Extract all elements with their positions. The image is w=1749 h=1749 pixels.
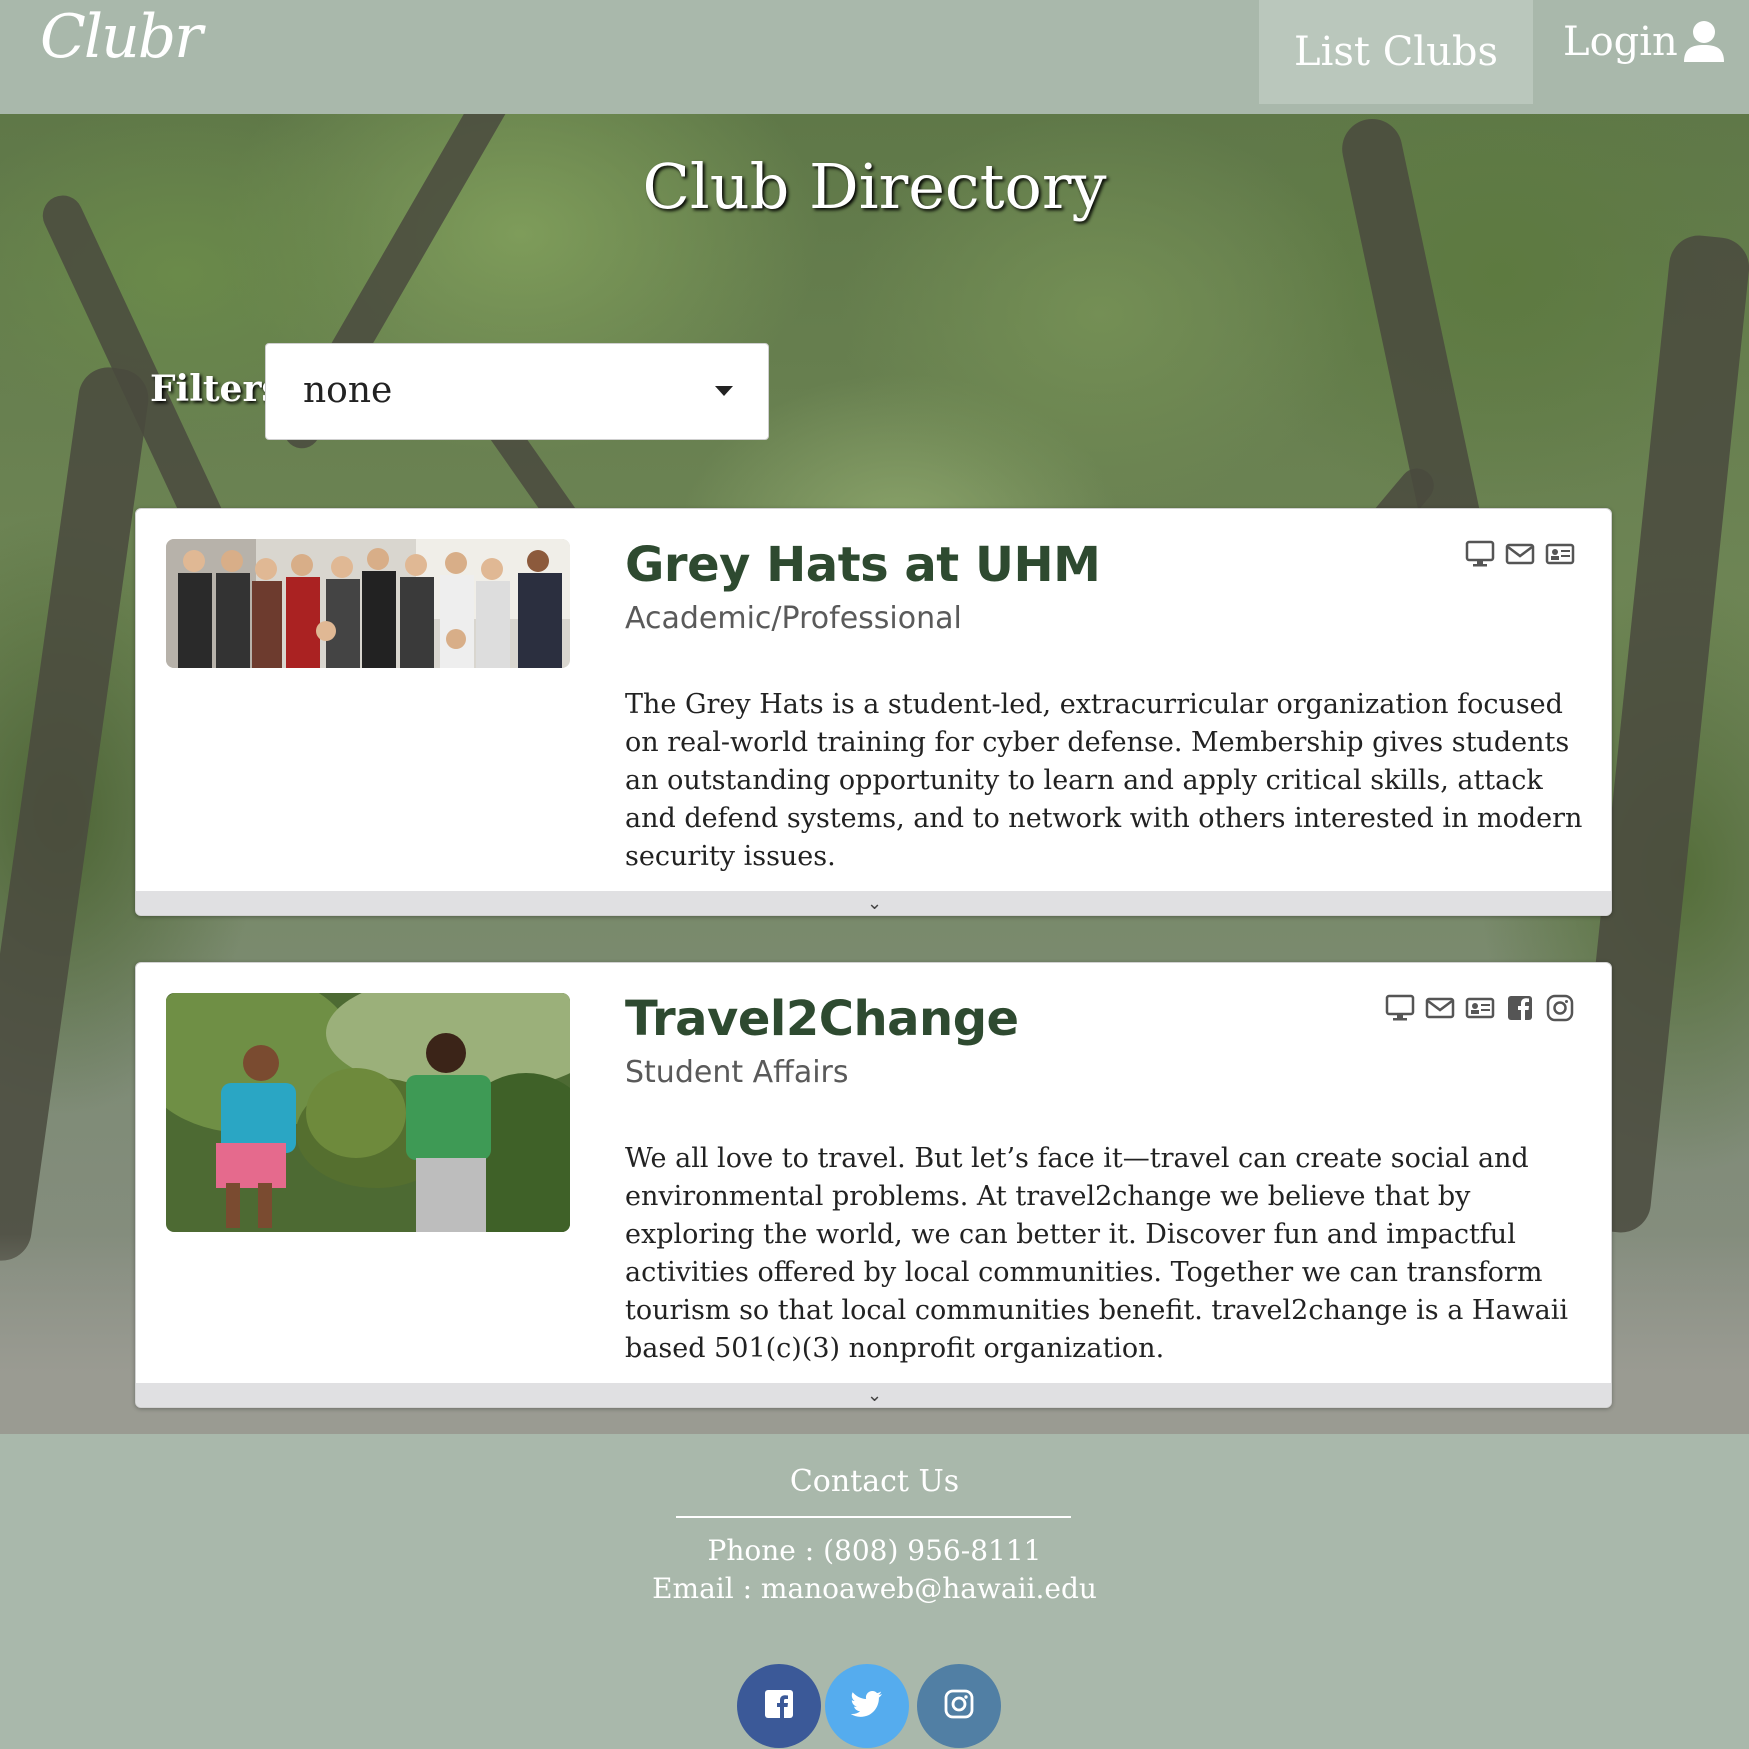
nav-login[interactable]: Login	[1563, 0, 1724, 84]
chevron-down-icon[interactable]: ⌄	[136, 891, 1611, 915]
footer-instagram-button[interactable]	[917, 1664, 1001, 1748]
website-icon[interactable]	[1465, 539, 1495, 569]
club-card: Grey Hats at UHM Academic/Professional T…	[135, 508, 1612, 916]
instagram-icon	[944, 1689, 974, 1723]
footer-facebook-button[interactable]	[737, 1664, 821, 1748]
user-icon	[1683, 20, 1724, 64]
footer-phone: Phone : (808) 956-8111	[707, 1534, 1042, 1567]
club-links	[1465, 539, 1575, 569]
footer-title: Contact Us	[789, 1464, 960, 1499]
nav-list-clubs[interactable]: List Clubs	[1259, 0, 1533, 104]
footer-twitter-button[interactable]	[825, 1664, 909, 1748]
navbar: Clubr List Clubs Login	[0, 0, 1749, 114]
filters-selected-value: none	[303, 370, 393, 411]
facebook-icon[interactable]	[1505, 993, 1535, 1023]
contact-card-icon[interactable]	[1465, 993, 1495, 1023]
filters-label: Filters	[150, 368, 282, 410]
club-image	[166, 993, 570, 1232]
club-description: The Grey Hats is a student-led, extracur…	[625, 689, 1583, 872]
footer-email[interactable]: Email : manoaweb@hawaii.edu	[0, 1572, 1749, 1605]
instagram-icon[interactable]	[1545, 993, 1575, 1023]
email-icon[interactable]	[1505, 539, 1535, 569]
club-category: Academic/Professional	[625, 601, 962, 636]
website-icon[interactable]	[1385, 993, 1415, 1023]
chevron-down-icon[interactable]: ⌄	[136, 1383, 1611, 1407]
facebook-icon	[764, 1689, 794, 1723]
page-title: Club Directory	[642, 150, 1107, 223]
login-label: Login	[1563, 19, 1678, 65]
club-description: We all love to travel. But let’s face it…	[625, 1143, 1569, 1364]
contact-card-icon[interactable]	[1545, 539, 1575, 569]
club-image	[166, 539, 570, 668]
caret-down-icon	[715, 386, 733, 396]
club-name[interactable]: Travel2Change	[625, 991, 1019, 1047]
club-category: Student Affairs	[625, 1055, 849, 1090]
club-card: Travel2Change Student Affairs We all lov…	[135, 962, 1612, 1408]
twitter-icon	[850, 1690, 883, 1722]
logo[interactable]: Clubr	[40, 2, 203, 72]
club-name[interactable]: Grey Hats at UHM	[625, 537, 1101, 593]
footer-divider	[676, 1516, 1071, 1518]
club-links	[1385, 993, 1575, 1023]
filters-select[interactable]: none	[265, 343, 769, 440]
email-icon[interactable]	[1425, 993, 1455, 1023]
